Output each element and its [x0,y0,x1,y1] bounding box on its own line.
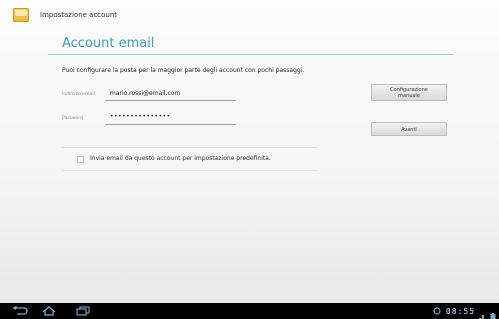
email-label: Indirizzo email [62,92,95,97]
password-field[interactable]: ••••••••••••••• [110,113,171,120]
password-field-underline [105,124,236,125]
account-setup-icon [13,8,29,22]
title-divider [48,54,454,55]
divider [62,147,318,148]
app-title: Impostazione account [40,11,118,19]
recent-apps-icon[interactable] [74,303,92,319]
battery-icon [490,307,497,319]
sync-icon [433,307,442,316]
home-icon[interactable] [40,303,58,319]
status-area[interactable]: 08:55 [433,303,497,319]
manual-config-button[interactable]: Configurazione manuale [371,84,447,101]
email-field-underline [105,100,236,101]
intro-text: Puoi configurare la posta per la maggior… [62,67,305,74]
default-account-checkbox[interactable] [77,156,84,163]
status-clock: 08:55 [445,306,475,316]
back-icon[interactable] [11,303,29,319]
page-title: Account email [62,36,155,51]
title-bar: Impostazione account [0,0,499,34]
next-button[interactable]: Avanti [371,122,447,136]
screen: Impostazione account Account email Puoi … [0,0,499,319]
system-nav-bar: 08:55 [0,303,499,319]
email-field[interactable]: mario.rossi@email.com [110,90,180,97]
password-label: Password [62,116,84,121]
wifi-icon [479,307,486,319]
default-account-checkbox-label[interactable]: Invia email da questo account per impost… [90,155,271,162]
divider [62,170,318,171]
